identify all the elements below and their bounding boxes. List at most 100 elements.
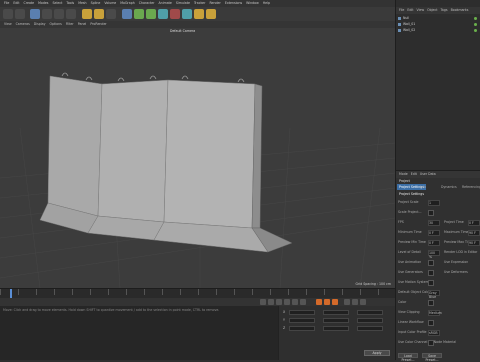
menu-item-render[interactable]: Render [209,0,220,7]
redo-icon[interactable] [15,9,25,19]
object-manager-menu-view[interactable]: View [417,7,425,14]
object-manager-menu-object[interactable]: Object [427,7,437,14]
3d-viewport[interactable]: Default Camera Grid Spacing : 100 cm [0,28,395,288]
menu-item-tracker[interactable]: Tracker [194,0,206,7]
menu-item-window[interactable]: Window [246,0,259,7]
play-backward-icon[interactable] [276,299,282,305]
attribute-menu-user-data[interactable]: User Data [420,171,436,178]
viewport-menu-filter[interactable]: Filter [66,21,74,28]
rotation-p-field[interactable] [357,318,383,323]
step-back-icon[interactable] [268,299,274,305]
menu-item-help[interactable]: Help [263,0,270,7]
position-x-field[interactable] [289,310,315,315]
menu-item-animate[interactable]: Animate [159,0,172,7]
tab-info[interactable]: Info [418,184,428,190]
live-selection-icon[interactable] [30,9,40,19]
save-preset-button[interactable]: Save Preset... [422,353,442,362]
go-to-end-icon[interactable] [300,299,306,305]
subdivision-icon[interactable] [146,9,156,19]
position-y-field[interactable] [289,318,315,323]
menu-item-mesh[interactable]: Mesh [78,0,86,7]
rotation-key-icon[interactable] [360,299,366,305]
tab-dynamics[interactable]: Dynamics [439,184,459,190]
scale-icon[interactable] [54,9,64,19]
size-x-field[interactable] [323,310,349,315]
menu-item-extensions[interactable]: Extensions [225,0,242,7]
object-manager-menu-file[interactable]: File [399,7,404,14]
viewport-menu-options[interactable]: Options [50,21,62,28]
camera-label[interactable]: Default Camera [170,29,195,33]
menu-item-spline[interactable]: Spline [91,0,101,7]
record-icon[interactable] [316,299,322,305]
size-y-field[interactable] [323,318,349,323]
size-z-field[interactable] [323,326,349,331]
rotate-icon[interactable] [66,9,76,19]
menu-item-character[interactable]: Character [139,0,155,7]
attribute-value-field[interactable]: 30 [428,220,440,226]
attribute-value-field[interactable]: Gray Blue [428,290,440,299]
attribute-menu-edit[interactable]: Edit [411,171,417,178]
object-manager-menu-edit[interactable]: Edit [407,7,413,14]
menu-item-volume[interactable]: Volume [104,0,116,7]
viewport-menu-cameras[interactable]: Cameras [16,21,30,28]
menu-item-tools[interactable]: Tools [66,0,74,7]
cube-icon[interactable] [122,9,132,19]
play-icon[interactable] [284,299,290,305]
position-key-icon[interactable] [344,299,350,305]
light-icon[interactable] [206,9,216,19]
keyframe-selection-icon[interactable] [332,299,338,305]
attribute-value-field[interactable]: 0 F [428,240,440,246]
array-icon[interactable] [158,9,168,19]
deformer-icon[interactable] [170,9,180,19]
position-z-field[interactable] [289,326,315,331]
render-settings-icon[interactable] [106,9,116,19]
undo-icon[interactable] [3,9,13,19]
pen-icon[interactable] [134,9,144,19]
attribute-checkbox[interactable] [428,320,434,326]
object-manager-menu-bookmarks[interactable]: Bookmarks [451,7,469,14]
attribute-value-field[interactable]: Medium [428,310,442,316]
attribute-checkbox[interactable] [428,260,434,266]
attribute-value-field[interactable]: 90 F [468,240,480,246]
visibility-dot-icon[interactable] [474,23,477,26]
floor-icon[interactable] [182,9,192,19]
menu-item-file[interactable]: File [4,0,9,7]
attribute-menu-mode[interactable]: Mode [399,171,408,178]
camera-icon[interactable] [194,9,204,19]
attribute-value-field[interactable]: 0 F [468,220,480,226]
menu-item-simulate[interactable]: Simulate [176,0,190,7]
attribute-checkbox[interactable] [428,270,434,276]
menu-item-edit[interactable]: Edit [13,0,19,7]
rotation-b-field[interactable] [357,326,383,331]
object-row[interactable]: Null [396,16,480,21]
move-icon[interactable] [42,9,52,19]
viewport-menu-prorender[interactable]: ProRender [90,21,106,28]
scale-key-icon[interactable] [352,299,358,305]
go-to-start-icon[interactable] [260,299,266,305]
load-preset-button[interactable]: Load Preset... [398,353,418,362]
attribute-checkbox[interactable] [428,280,434,286]
attribute-value-field[interactable]: 0 F [428,230,440,236]
viewport-menu-panel[interactable]: Panel [78,21,87,28]
attribute-checkbox[interactable] [428,300,434,306]
step-forward-icon[interactable] [292,299,298,305]
attribute-value-field[interactable]: 90 F [468,230,480,236]
menu-item-create[interactable]: Create [24,0,35,7]
autokey-icon[interactable] [324,299,330,305]
attribute-value-field[interactable]: 100 % [428,250,440,259]
visibility-dot-icon[interactable] [474,17,477,20]
menu-item-mograph[interactable]: MoGraph [120,0,134,7]
tab-referencing[interactable]: Referencing [460,184,480,190]
object-row[interactable]: Wall_01 [396,22,480,27]
render-picture-viewer-icon[interactable] [94,9,104,19]
viewport-menu-view[interactable]: View [4,21,12,28]
attribute-checkbox[interactable] [428,210,434,216]
rotation-h-field[interactable] [357,310,383,315]
menu-item-modes[interactable]: Modes [38,0,48,7]
render-view-icon[interactable] [82,9,92,19]
viewport-menu-display[interactable]: Display [34,21,46,28]
apply-button[interactable]: Apply [364,350,390,356]
attribute-checkbox[interactable] [428,340,434,346]
menu-item-select[interactable]: Select [52,0,62,7]
visibility-dot-icon[interactable] [474,29,477,32]
